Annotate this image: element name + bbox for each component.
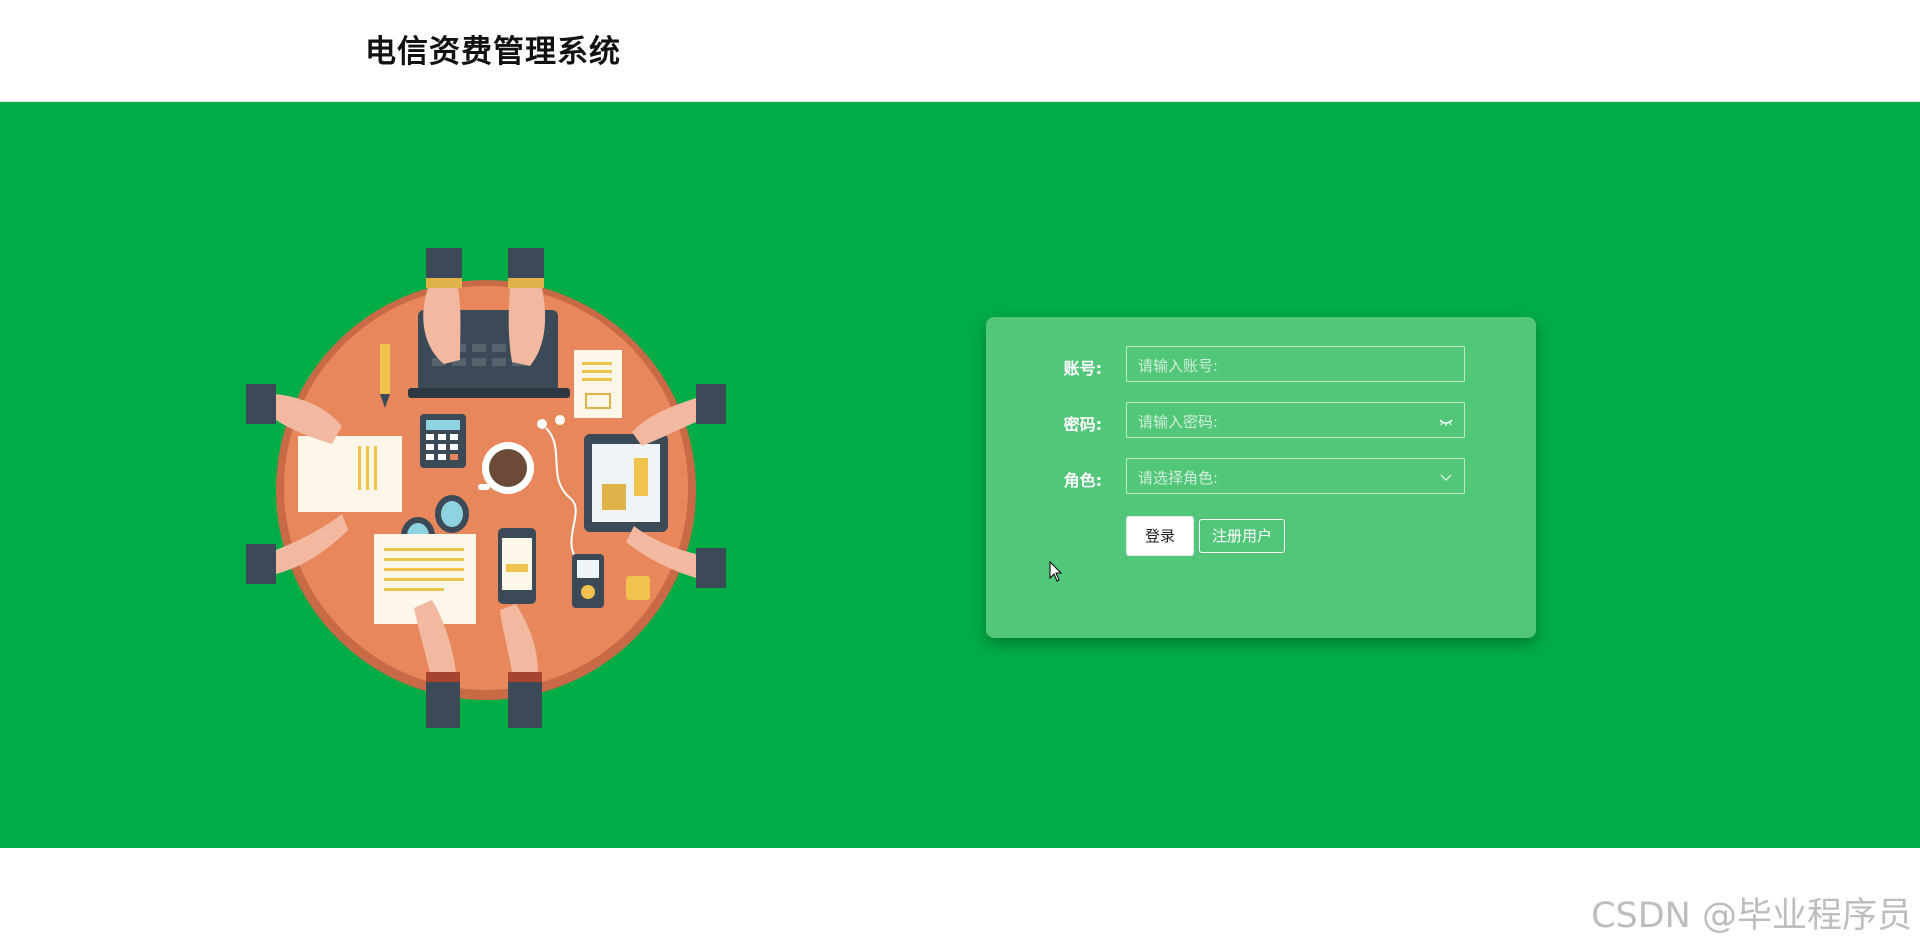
role-label: 角色: — [1063, 471, 1102, 490]
role-placeholder: 请选择角色: — [1138, 469, 1219, 487]
chevron-down-icon — [1440, 474, 1452, 481]
account-row: 账号: 请输入账号: — [986, 346, 1536, 382]
password-input[interactable]: 请输入密码: — [1126, 402, 1465, 438]
password-placeholder: 请输入密码: — [1138, 413, 1219, 431]
meeting-table-illustration — [246, 248, 726, 728]
role-select[interactable]: 请选择角色: — [1126, 458, 1465, 494]
page-title: 电信资费管理系统 — [365, 34, 621, 70]
hero-banner: 账号: 请输入账号: 密码: 请输入密码: 角色: 请选择角色: 登录 注册用户 — [0, 102, 1920, 848]
account-placeholder: 请输入账号: — [1138, 357, 1219, 375]
password-row: 密码: 请输入密码: — [986, 402, 1536, 438]
login-button[interactable]: 登录 — [1126, 516, 1194, 556]
eye-closed-icon[interactable] — [1438, 413, 1454, 429]
top-header: 电信资费管理系统 — [0, 0, 1920, 102]
role-row: 角色: 请选择角色: — [986, 458, 1536, 494]
watermark: CSDN @毕业程序员 — [1591, 896, 1912, 936]
account-label: 账号: — [1063, 359, 1102, 378]
login-card: 账号: 请输入账号: 密码: 请输入密码: 角色: 请选择角色: 登录 注册用户 — [986, 317, 1536, 638]
account-input[interactable]: 请输入账号: — [1126, 346, 1465, 382]
password-label: 密码: — [1063, 415, 1102, 434]
register-button[interactable]: 注册用户 — [1199, 519, 1285, 553]
mouse-cursor-icon — [1049, 561, 1063, 582]
